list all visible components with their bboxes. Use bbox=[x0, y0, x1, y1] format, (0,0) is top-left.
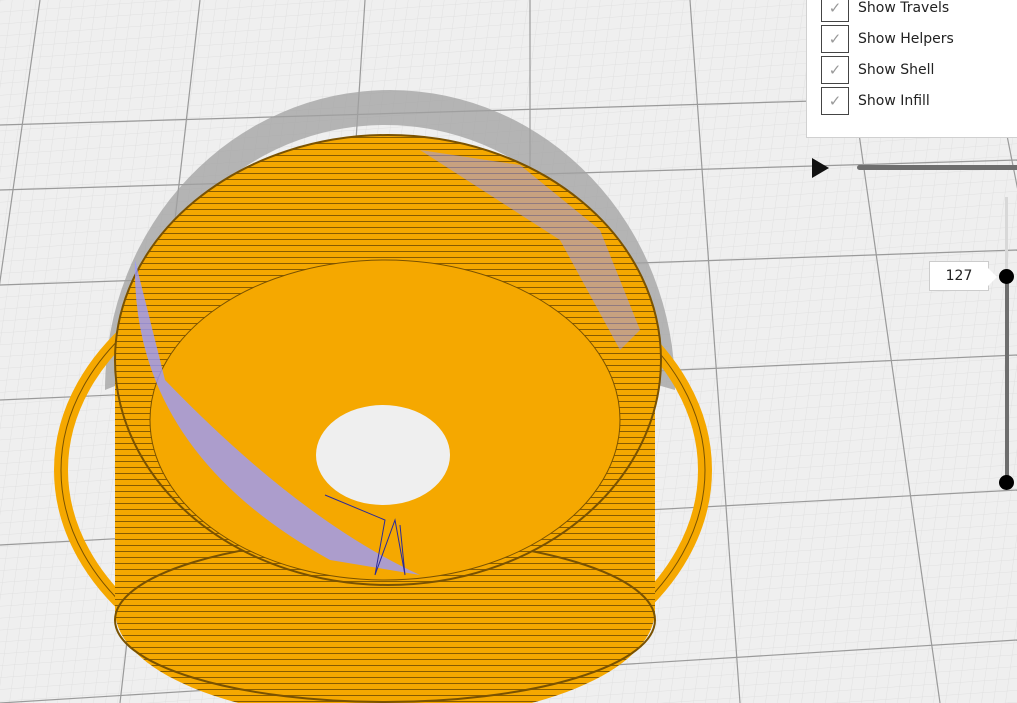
layer-slider-lower-handle[interactable] bbox=[999, 475, 1014, 490]
path-slider[interactable] bbox=[857, 165, 1017, 170]
label-show-shell: Show Shell bbox=[858, 62, 935, 78]
option-show-travels[interactable]: ✓ Show Travels bbox=[821, 0, 949, 23]
layer-slider-upper-handle[interactable] bbox=[999, 269, 1014, 284]
option-show-shell[interactable]: ✓ Show Shell bbox=[821, 55, 934, 85]
view-options-panel: ✓ Show Travels ✓ Show Helpers ✓ Show Shell … bbox=[806, 0, 1017, 138]
current-layer-input[interactable]: 127 bbox=[929, 261, 997, 291]
label-show-helpers: Show Helpers bbox=[858, 31, 954, 47]
checkbox-show-travels[interactable]: ✓ bbox=[821, 0, 849, 22]
option-show-helpers[interactable]: ✓ Show Helpers bbox=[821, 24, 954, 54]
layer-slider-range bbox=[1005, 276, 1009, 482]
center-hole bbox=[316, 405, 450, 505]
play-icon[interactable] bbox=[812, 158, 829, 178]
checkbox-show-helpers[interactable]: ✓ bbox=[821, 25, 849, 53]
option-show-infill[interactable]: ✓ Show Infill bbox=[821, 86, 930, 116]
label-show-travels: Show Travels bbox=[858, 0, 950, 16]
label-show-infill: Show Infill bbox=[858, 93, 930, 109]
checkbox-show-shell[interactable]: ✓ bbox=[821, 56, 849, 84]
checkbox-show-infill[interactable]: ✓ bbox=[821, 87, 849, 115]
